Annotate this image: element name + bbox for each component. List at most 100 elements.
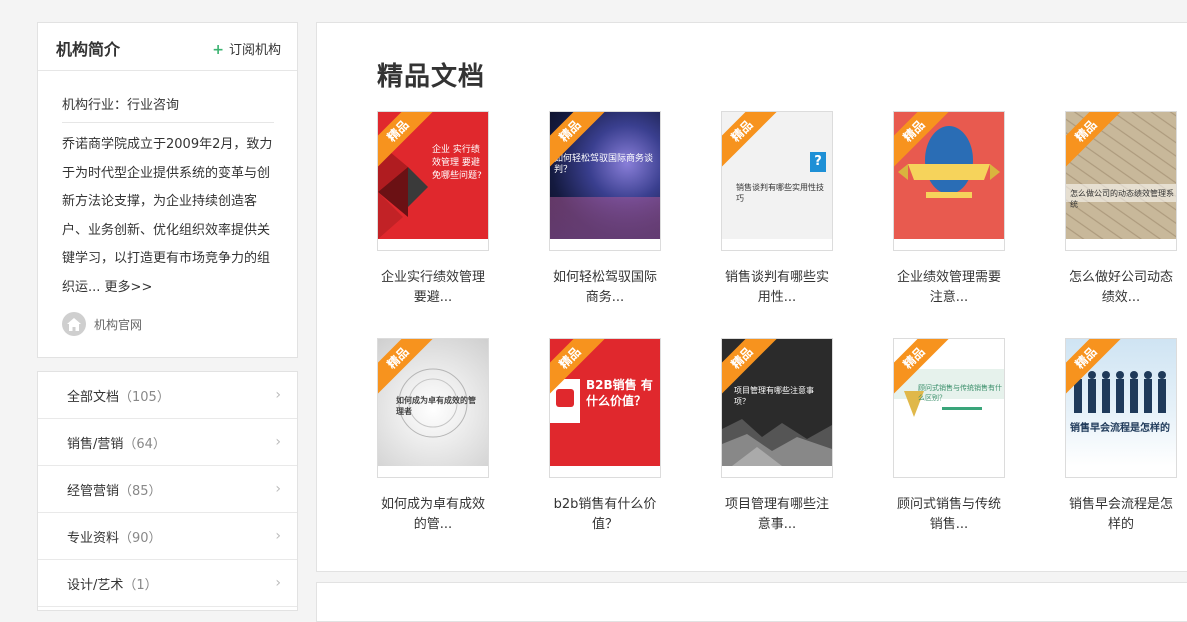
- doc-thumbnail: 如何成为卓有成效的管理者 精品: [377, 338, 489, 478]
- bottom-panel: [316, 582, 1187, 622]
- category-label: 设计/艺术: [67, 578, 124, 593]
- doc-card[interactable]: 如何成为卓有成效的管理者 精品 如何成为卓有成效 的管...: [377, 338, 489, 535]
- cover-text: 销售谈判有哪些实用性技巧: [736, 183, 824, 203]
- cover-text: 企业 实行绩效管理 要避免哪些问题?: [432, 145, 482, 181]
- category-text: 全部文档（105）: [67, 386, 170, 405]
- intro-description: 乔诺商学院成立于2009年2月，致力于为时代型企业提供系统的变革与创新方法论支撑…: [62, 131, 276, 302]
- subscribe-button[interactable]: + 订阅机构: [212, 39, 281, 58]
- section-title: 精品文档: [377, 62, 486, 92]
- doc-thumbnail: 企业 实行绩效管理 要避免哪些问题? 精品: [377, 111, 489, 251]
- cover-text: 项目管理有哪些注意事项？: [734, 386, 814, 406]
- doc-thumbnail: 怎么做公司的动态绩效管理系统 精品: [1065, 111, 1177, 251]
- official-site-label: 机构官网: [94, 317, 143, 332]
- doc-card[interactable]: B2B销售 有什么价值？ 精品 b2b销售有什么价 值？: [549, 338, 661, 535]
- category-count: （85）: [119, 484, 162, 499]
- doc-card[interactable]: 怎么做公司的动态绩效管理系统 精品 怎么做好公司动态 绩效...: [1065, 111, 1177, 308]
- doc-thumbnail: ? 销售谈判有哪些实用性技巧 精品: [721, 111, 833, 251]
- doc-card[interactable]: 精品 企业绩效管理需要 注意...: [893, 111, 1005, 308]
- doc-thumbnail: B2B销售 有什么价值？ 精品: [549, 338, 661, 478]
- official-site-link[interactable]: 机构官网: [62, 312, 142, 336]
- doc-title-line: 要避...: [413, 290, 453, 305]
- doc-title-line: b2b销售有什么价: [553, 497, 657, 512]
- intro-header: 机构简介 + 订阅机构: [38, 23, 297, 71]
- category-count: （64）: [123, 437, 166, 452]
- plus-icon: +: [212, 42, 224, 58]
- category-label: 全部文档: [67, 390, 120, 405]
- doc-title: 企业实行绩效管理 要避...: [377, 268, 489, 308]
- chevron-right-icon: ›: [275, 387, 281, 403]
- doc-title-line: 如何轻松驾驭国际: [552, 270, 657, 285]
- doc-card[interactable]: 顾问式销售与传统销售有什么区别？ 精品 顾问式销售与传统 销售...: [893, 338, 1005, 535]
- category-item-all[interactable]: 全部文档（105） ›: [38, 372, 297, 419]
- doc-title-line: 销售谈判有哪些实: [724, 270, 829, 285]
- cover-text: 如何轻松驾驭国际商务谈判？: [554, 154, 654, 175]
- chevron-right-icon: ›: [275, 528, 281, 544]
- description-text: 乔诺商学院成立于2009年2月，致力于为时代型企业提供系统的变革与创新方法论支撑…: [62, 137, 273, 295]
- intro-panel: 机构简介 + 订阅机构 机构行业：行业咨询 乔诺商学院成立于2009年2月，致力于…: [37, 22, 298, 358]
- doc-title: 销售谈判有哪些实 用性...: [721, 268, 833, 308]
- category-label: 专业资料: [67, 531, 120, 546]
- chevron-right-icon: ›: [275, 575, 281, 591]
- doc-title-line: 企业绩效管理需要: [896, 270, 1001, 285]
- featured-docs-panel: 精品文档 企业 实行绩效管理 要避免哪些问题? 精品 企业实行绩效管理 要避...…: [316, 22, 1187, 572]
- doc-title: 项目管理有哪些注 意事...: [721, 495, 833, 535]
- doc-thumbnail: 顾问式销售与传统销售有什么区别？ 精品: [893, 338, 1005, 478]
- category-text: 经管营销（85）: [67, 480, 162, 499]
- doc-thumbnail: 项目管理有哪些注意事项？ 精品: [721, 338, 833, 478]
- doc-title-line: 销售早会流程是怎: [1068, 497, 1173, 512]
- doc-title: 怎么做好公司动态 绩效...: [1065, 268, 1177, 308]
- category-label: 经管营销: [67, 484, 120, 499]
- doc-card[interactable]: 销售早会流程是怎样的 精品 销售早会流程是怎 样的: [1065, 338, 1177, 535]
- doc-card[interactable]: 如何轻松驾驭国际商务谈判？ 精品 如何轻松驾驭国际 商务...: [549, 111, 661, 308]
- doc-title-line: 值？: [591, 517, 618, 532]
- category-item-management[interactable]: 经管营销（85） ›: [38, 466, 297, 513]
- doc-title-line: 意事...: [757, 517, 797, 532]
- doc-title-line: 怎么做好公司动态: [1068, 270, 1173, 285]
- cover-text: 销售早会流程是怎样的: [1070, 423, 1170, 434]
- doc-title: 销售早会流程是怎 样的: [1065, 495, 1177, 535]
- cover-text: 顾问式销售与传统销售有什么区别？: [918, 384, 1002, 402]
- doc-title-line: 如何成为卓有成效: [380, 497, 485, 512]
- doc-title-line: 顾问式销售与传统: [896, 497, 1001, 512]
- chevron-right-icon: ›: [275, 434, 281, 450]
- cover-text: 怎么做公司的动态绩效管理系统: [1070, 189, 1174, 209]
- subscribe-label: 订阅机构: [228, 43, 281, 58]
- category-item-design[interactable]: 设计/艺术（1） ›: [38, 560, 297, 607]
- doc-title: 顾问式销售与传统 销售...: [893, 495, 1005, 535]
- doc-title-line: 用性...: [757, 290, 797, 305]
- doc-thumbnail: 如何轻松驾驭国际商务谈判？ 精品: [549, 111, 661, 251]
- category-text: 专业资料（90）: [67, 527, 162, 546]
- category-count: （1）: [123, 578, 158, 593]
- doc-title-line: 注意...: [929, 290, 969, 305]
- category-count: （90）: [119, 531, 162, 546]
- doc-title: 如何成为卓有成效 的管...: [377, 495, 489, 535]
- doc-title-line: 绩效...: [1101, 290, 1141, 305]
- doc-card[interactable]: 企业 实行绩效管理 要避免哪些问题? 精品 企业实行绩效管理 要避...: [377, 111, 489, 308]
- cover-text: B2B销售 有什么价值？: [586, 378, 653, 408]
- doc-title-line: 样的: [1107, 517, 1134, 532]
- category-text: 销售/营销（64）: [67, 433, 166, 452]
- doc-title: b2b销售有什么价 值？: [549, 495, 661, 535]
- intro-title: 机构简介: [56, 40, 121, 59]
- doc-title-line: 的管...: [413, 517, 453, 532]
- question-icon: ?: [810, 152, 826, 172]
- category-item-professional[interactable]: 专业资料（90） ›: [38, 513, 297, 560]
- more-link[interactable]: 更多>>: [105, 280, 153, 295]
- chevron-right-icon: ›: [275, 481, 281, 497]
- doc-card[interactable]: 项目管理有哪些注意事项？ 精品 项目管理有哪些注 意事...: [721, 338, 833, 535]
- doc-title-line: 项目管理有哪些注: [724, 497, 829, 512]
- doc-thumbnail: 精品: [893, 111, 1005, 251]
- doc-card[interactable]: ? 销售谈判有哪些实用性技巧 精品 销售谈判有哪些实 用性...: [721, 111, 833, 308]
- doc-title: 如何轻松驾驭国际 商务...: [549, 268, 661, 308]
- cover-text: 如何成为卓有成效的管理者: [396, 396, 476, 416]
- industry-text: 机构行业：行业咨询: [62, 94, 274, 123]
- category-panel: 全部文档（105） › 销售/营销（64） › 经管营销（85） › 专业资料（…: [37, 371, 298, 611]
- doc-thumbnail: 销售早会流程是怎样的 精品: [1065, 338, 1177, 478]
- category-item-sales[interactable]: 销售/营销（64） ›: [38, 419, 297, 466]
- doc-title-line: 商务...: [585, 290, 625, 305]
- home-icon: [62, 312, 86, 336]
- category-text: 设计/艺术（1）: [67, 574, 158, 593]
- category-count: （105）: [119, 390, 170, 405]
- doc-title-line: 企业实行绩效管理: [380, 270, 485, 285]
- doc-title: 企业绩效管理需要 注意...: [893, 268, 1005, 308]
